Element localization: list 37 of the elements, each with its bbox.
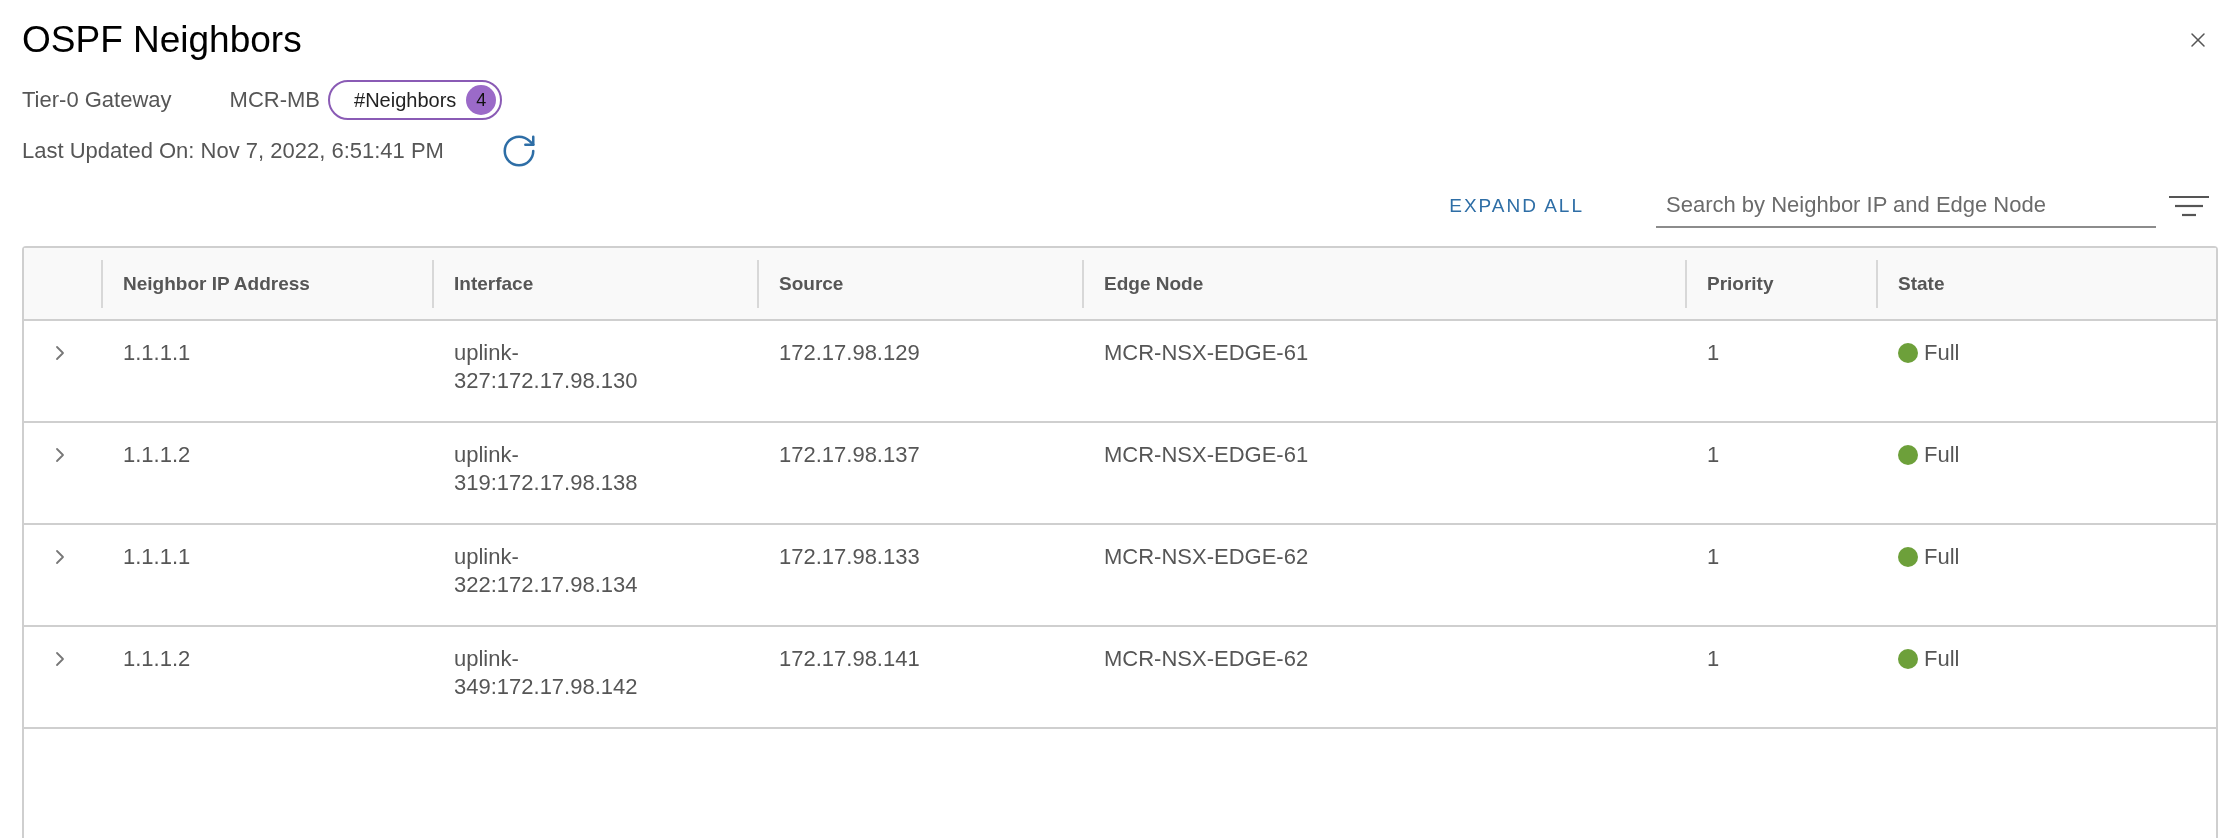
column-header[interactable]: Source [779,272,844,295]
table-cell-text: 1.1.1.2 [122,645,192,673]
column-header[interactable]: Priority [1707,272,1774,295]
gateway-name: MCR-MB [229,87,320,113]
neighbors-badge[interactable]: #Neighbors 4 [328,80,503,120]
table-cell-text: 1.1.1.2 [122,441,192,469]
neighbors-count: 4 [466,85,497,115]
table-cell-text: 1 [1706,441,1721,469]
table-cell-text: 1 [1706,339,1721,367]
table-cell-text: 172.17.98.141 [778,645,921,673]
table-cell-text: MCR-NSX-EDGE-61 [1103,339,1310,367]
gateway-label: Tier-0 Gateway [22,87,172,113]
table-cell-text: 1.1.1.1 [122,543,192,571]
table-cell-text: 1 [1706,543,1721,571]
expand-all-link[interactable]: EXPAND ALL [1449,195,1584,217]
state-text: Full [1924,339,1960,367]
table-cell-text: uplink-322:172.17.98.134 [453,543,639,599]
column-header[interactable]: State [1898,272,1945,295]
table-cell-text: 172.17.98.133 [778,543,921,571]
column-header[interactable]: Edge Node [1104,272,1204,295]
last-updated-text: Last Updated On: Nov 7, 2022, 6:51:41 PM [22,138,444,164]
table-cell-text: uplink-349:172.17.98.142 [453,645,639,701]
table-cell-text: uplink-319:172.17.98.138 [453,441,639,497]
column-header[interactable]: Interface [454,272,534,295]
column-header[interactable]: Neighbor IP Address [123,272,310,295]
dialog-title: OSPF Neighbors [22,18,302,62]
table-cell-text: MCR-NSX-EDGE-61 [1103,441,1310,469]
table-cell-text: 172.17.98.137 [778,441,921,469]
state-text: Full [1924,645,1960,673]
table-cell-text: 1 [1706,645,1721,673]
table-cell-text: 172.17.98.129 [778,339,921,367]
table-cell-text: MCR-NSX-EDGE-62 [1103,543,1310,571]
table-cell-text: 1.1.1.1 [122,339,192,367]
state-text: Full [1924,543,1960,571]
table-cell-text: uplink-327:172.17.98.130 [453,339,639,395]
table-cell-text: MCR-NSX-EDGE-62 [1103,645,1310,673]
state-text: Full [1924,441,1960,469]
